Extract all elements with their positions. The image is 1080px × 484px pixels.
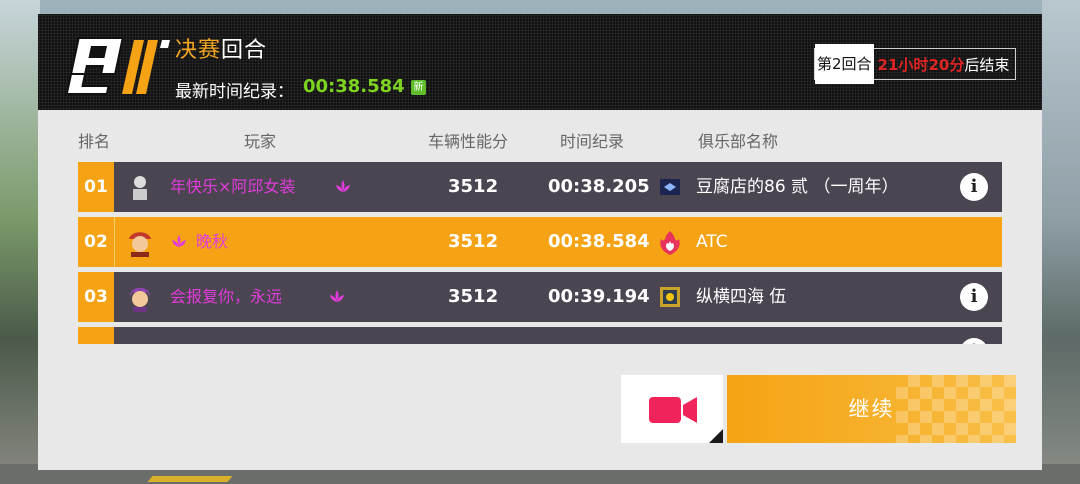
player-avatar (125, 172, 155, 202)
column-performance: 车辆性能分 (428, 132, 509, 151)
round-number: 第2回合 (815, 44, 874, 84)
video-camera-icon (649, 397, 697, 423)
new-record-badge: 新 (411, 80, 426, 95)
latest-record-value: 00:38.584 (303, 76, 405, 97)
background-left (0, 0, 40, 484)
background-right (1042, 0, 1080, 484)
game-logo-icon (65, 37, 170, 95)
player-avatar (125, 282, 155, 312)
performance-score: 3512 (448, 286, 499, 307)
lotus-badge-icon (336, 180, 350, 192)
info-button[interactable]: i (960, 338, 988, 344)
panel-header: 决赛回合 最新时间纪录： 00:38.584 新 第2回合 21小时20分后结束 (38, 14, 1042, 110)
club-name: 豆腐店的86 贰 （一周年） (696, 177, 899, 197)
time-record: 00:39.194 (548, 286, 650, 307)
club-emblem-icon (660, 231, 680, 255)
info-button[interactable]: i (960, 173, 988, 201)
player-name: 晚秋 (196, 232, 229, 251)
column-rank: 排名 (78, 132, 111, 151)
column-time: 时间纪录 (560, 132, 625, 151)
corner-indicator-icon (709, 429, 723, 443)
performance-score: 3512 (448, 231, 499, 252)
club-name: 纵横四海 伍 (696, 287, 787, 307)
club-emblem-icon (660, 179, 680, 195)
rank-number: 03 (78, 272, 114, 322)
table-row-partial[interactable]: i (78, 327, 1002, 344)
leaderboard-list[interactable]: 01 年快乐×阿邱女装 3512 00:38.205 豆腐店的86 贰 （一周年… (78, 162, 1002, 344)
time-record: 00:38.584 (548, 231, 650, 252)
round-countdown: 第2回合 21小时20分后结束 (814, 44, 1017, 84)
results-panel: 决赛回合 最新时间纪录： 00:38.584 新 第2回合 21小时20分后结束… (38, 14, 1042, 470)
countdown-minutes: 20 (928, 55, 950, 74)
page-title: 决赛回合 (175, 38, 268, 63)
column-club: 俱乐部名称 (698, 132, 779, 151)
performance-score: 3512 (448, 176, 499, 197)
lotus-badge-icon (172, 235, 186, 247)
column-player: 玩家 (244, 132, 277, 151)
player-name: 年快乐×阿邱女装 (170, 177, 296, 196)
rank-number: 01 (78, 162, 114, 212)
player-avatar (125, 227, 155, 257)
table-row-current-player[interactable]: 02 晚秋 3512 00:38.584 ATC (78, 217, 1002, 267)
time-record: 00:38.205 (548, 176, 650, 197)
continue-label: 继续 (848, 397, 895, 421)
table-row[interactable]: 03 会报复你，永远 3512 00:39.194 纵横四海 伍 i (78, 272, 1002, 322)
latest-record-label: 最新时间纪录： (175, 82, 294, 102)
club-emblem-icon (660, 287, 680, 307)
checkered-pattern (896, 375, 1016, 443)
countdown-hours: 21 (877, 55, 899, 74)
lotus-badge-icon (330, 290, 344, 302)
replay-video-button[interactable] (621, 375, 723, 443)
player-name: 会报复你，永远 (170, 287, 283, 306)
continue-button[interactable]: 继续 (727, 375, 1016, 443)
rank-number: 02 (78, 217, 115, 267)
club-name: ATC (696, 232, 728, 252)
table-row[interactable]: 01 年快乐×阿邱女装 3512 00:38.205 豆腐店的86 贰 （一周年… (78, 162, 1002, 212)
info-button[interactable]: i (960, 283, 988, 311)
